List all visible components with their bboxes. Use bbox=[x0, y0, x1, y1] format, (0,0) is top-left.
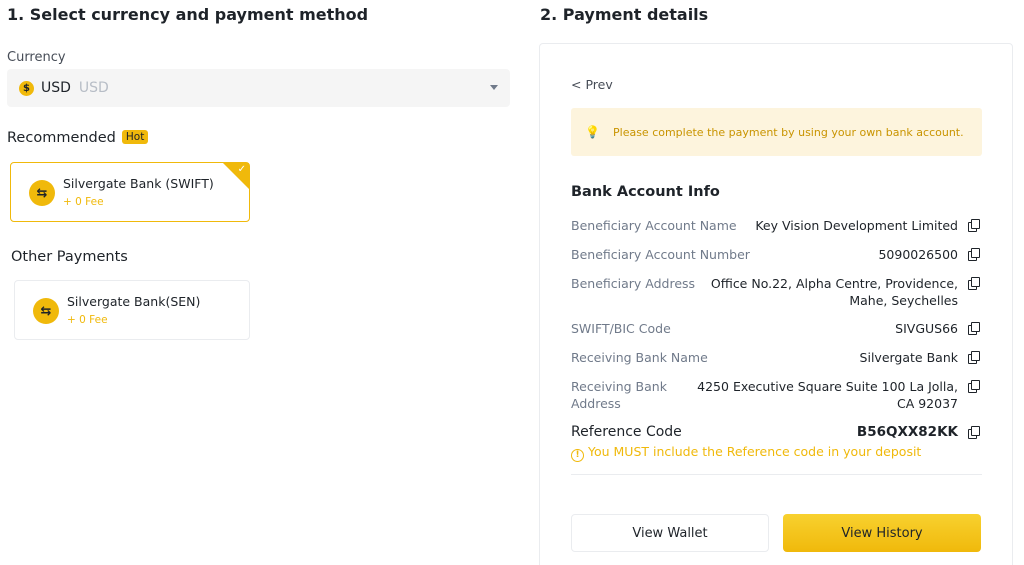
payment-details-panel: < Prev 💡 Please complete the payment by … bbox=[539, 43, 1013, 565]
copy-icon[interactable] bbox=[968, 380, 980, 393]
currency-select[interactable]: $ USD USD bbox=[7, 69, 510, 107]
recommended-heading: Recommended Hot bbox=[7, 130, 149, 146]
beneficiary-address-line: Mahe, Seychelles bbox=[849, 293, 958, 308]
exclamation-circle-icon: ! bbox=[571, 449, 584, 462]
copy-icon[interactable] bbox=[968, 351, 980, 364]
beneficiary-address-label: Beneficiary Address bbox=[571, 276, 696, 291]
beneficiary-address-line: Office No.22, Alpha Centre, Providence, bbox=[710, 276, 958, 291]
swift-bic-label: SWIFT/BIC Code bbox=[571, 321, 671, 336]
beneficiary-account-number-value: 5090026500 bbox=[878, 247, 958, 262]
transfer-icon: ⇆ bbox=[29, 180, 55, 206]
section-title-payment-details: 2. Payment details bbox=[540, 5, 709, 24]
notice-text: Please complete the payment by using you… bbox=[613, 125, 964, 139]
beneficiary-account-name-label: Beneficiary Account Name bbox=[571, 218, 737, 233]
copy-icon[interactable] bbox=[968, 322, 980, 335]
section-title-currency: 1. Select currency and payment method bbox=[7, 5, 369, 24]
payment-option-silvergate-sen[interactable]: ⇆ Silvergate Bank(SEN) + 0 Fee bbox=[14, 280, 250, 340]
currency-subtext: USD bbox=[78, 80, 109, 96]
reference-warning-text: You MUST include the Reference code in y… bbox=[588, 444, 922, 459]
receiving-bank-address-label-line: Receiving Bank bbox=[571, 379, 667, 394]
divider bbox=[571, 474, 982, 475]
receiving-bank-name-value: Silvergate Bank bbox=[859, 350, 958, 365]
beneficiary-address-value: Office No.22, Alpha Centre, Providence, … bbox=[711, 275, 958, 309]
transfer-icon: ⇆ bbox=[33, 298, 59, 324]
payment-option-name: Silvergate Bank(SEN) bbox=[67, 294, 201, 309]
copy-icon[interactable] bbox=[968, 426, 980, 439]
caret-down-icon bbox=[490, 85, 498, 90]
receiving-bank-address-line: 4250 Executive Square Suite 100 La Jolla… bbox=[697, 379, 958, 394]
receiving-bank-address-value: 4250 Executive Square Suite 100 La Jolla… bbox=[697, 378, 958, 412]
reference-warning: ! You MUST include the Reference code in … bbox=[571, 444, 921, 462]
view-history-button[interactable]: View History bbox=[783, 514, 981, 552]
prev-link[interactable]: < Prev bbox=[571, 77, 613, 92]
receiving-bank-address-line: CA 92037 bbox=[896, 396, 958, 411]
notice-banner: 💡 Please complete the payment by using y… bbox=[571, 108, 982, 156]
beneficiary-account-name-value: Key Vision Development Limited bbox=[755, 218, 958, 233]
lightbulb-icon: 💡 bbox=[585, 125, 600, 139]
check-icon: ✓ bbox=[237, 164, 246, 175]
currency-code: USD bbox=[41, 80, 71, 96]
dollar-coin-icon: $ bbox=[19, 80, 34, 96]
payment-option-fee: + 0 Fee bbox=[67, 314, 108, 326]
hot-badge: Hot bbox=[121, 130, 149, 144]
reference-code-label: Reference Code bbox=[571, 424, 682, 440]
recommended-label: Recommended bbox=[7, 130, 116, 146]
view-wallet-button[interactable]: View Wallet bbox=[571, 514, 769, 552]
receiving-bank-address-label: Receiving Bank Address bbox=[571, 378, 667, 412]
copy-icon[interactable] bbox=[968, 277, 980, 290]
swift-bic-value: SIVGUS66 bbox=[895, 321, 958, 336]
beneficiary-account-number-label: Beneficiary Account Number bbox=[571, 247, 750, 262]
payment-option-name: Silvergate Bank (SWIFT) bbox=[63, 176, 214, 191]
copy-icon[interactable] bbox=[968, 248, 980, 261]
receiving-bank-address-label-line: Address bbox=[571, 396, 621, 411]
other-payments-heading: Other Payments bbox=[11, 249, 128, 265]
currency-label: Currency bbox=[7, 50, 66, 65]
receiving-bank-name-label: Receiving Bank Name bbox=[571, 350, 708, 365]
payment-option-silvergate-swift[interactable]: ⇆ Silvergate Bank (SWIFT) + 0 Fee ✓ bbox=[10, 162, 250, 222]
payment-option-fee: + 0 Fee bbox=[63, 196, 104, 208]
bank-account-info-title: Bank Account Info bbox=[571, 184, 720, 200]
copy-icon[interactable] bbox=[968, 219, 980, 232]
reference-code-value: B56QXX82KK bbox=[856, 424, 958, 440]
